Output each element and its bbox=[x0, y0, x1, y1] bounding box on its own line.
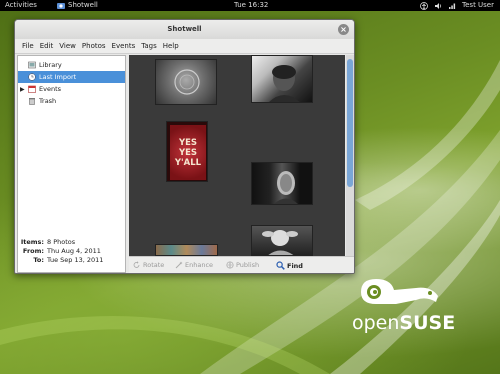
logo-suse: SUSE bbox=[399, 312, 456, 334]
volume-icon[interactable] bbox=[434, 2, 442, 10]
search-icon bbox=[276, 261, 285, 270]
app-menu[interactable]: Shotwell bbox=[57, 0, 98, 11]
status-area: Test User bbox=[420, 0, 494, 11]
window-titlebar[interactable]: Shotwell × bbox=[15, 20, 354, 39]
find-label: Find bbox=[287, 261, 303, 270]
shotwell-icon bbox=[57, 2, 65, 9]
opensuse-logo: openSUSE bbox=[352, 272, 472, 342]
menu-file[interactable]: File bbox=[19, 39, 37, 53]
import-info: Items: 8 Photos From: Thu Aug 4, 2011 To: T… bbox=[18, 238, 125, 265]
accessibility-icon[interactable] bbox=[420, 1, 428, 10]
from-label: From: bbox=[22, 247, 44, 255]
photo-thumbnail[interactable] bbox=[155, 59, 217, 105]
photo-viewer: YES YES Y'ALL bbox=[129, 55, 345, 256]
menu-view[interactable]: View bbox=[56, 39, 79, 53]
publish-label: Publish bbox=[236, 261, 260, 269]
photo-thumbnail[interactable] bbox=[251, 162, 313, 205]
sidebar: Library Last Import ▶ Events Trash Items… bbox=[17, 55, 126, 273]
rotate-button[interactable]: Rotate bbox=[133, 261, 164, 269]
menu-tags[interactable]: Tags bbox=[138, 39, 160, 53]
find-button[interactable]: Find bbox=[276, 261, 303, 270]
to-label: To: bbox=[33, 256, 44, 264]
stamp-photo bbox=[174, 69, 200, 95]
close-button[interactable]: × bbox=[338, 24, 349, 35]
portrait-photo bbox=[269, 65, 300, 102]
menu-photos[interactable]: Photos bbox=[79, 39, 109, 53]
logo-open: open bbox=[352, 312, 400, 334]
photo-thumbnail[interactable] bbox=[251, 225, 313, 256]
sidebar-item-events[interactable]: ▶ Events bbox=[18, 83, 125, 95]
publish-button[interactable]: Publish bbox=[226, 261, 259, 269]
enhance-label: Enhance bbox=[185, 261, 214, 269]
top-panel: Activities Shotwell Tue 16:32 Test User bbox=[0, 0, 500, 11]
sidebar-item-library[interactable]: Library bbox=[18, 59, 125, 71]
photo-thumbnail[interactable] bbox=[251, 55, 313, 103]
logo-wordmark: openSUSE bbox=[352, 312, 455, 334]
photo-thumbnail[interactable] bbox=[155, 244, 218, 256]
publish-icon bbox=[226, 261, 234, 269]
statue-photo bbox=[262, 230, 298, 255]
sidebar-item-label: Events bbox=[39, 85, 62, 93]
yes-sign-photo: YES YES Y'ALL bbox=[170, 125, 206, 180]
from-value: Thu Aug 4, 2011 bbox=[47, 247, 101, 255]
to-value: Tue Sep 13, 2011 bbox=[47, 256, 104, 264]
menu-help[interactable]: Help bbox=[160, 39, 182, 53]
activities-button[interactable]: Activities bbox=[5, 0, 37, 11]
clock[interactable]: Tue 16:32 bbox=[234, 0, 268, 11]
rotate-label: Rotate bbox=[143, 261, 165, 269]
photo-toolbar: Rotate Enhance Publish Find bbox=[129, 256, 354, 273]
user-menu[interactable]: Test User bbox=[462, 0, 494, 11]
events-icon bbox=[28, 85, 36, 93]
enhance-icon bbox=[175, 261, 183, 269]
sidebar-item-last-import[interactable]: Last Import bbox=[18, 71, 125, 83]
sidebar-item-label: Last Import bbox=[39, 73, 77, 81]
sidebar-item-label: Library bbox=[39, 61, 62, 69]
sidebar-item-trash[interactable]: Trash bbox=[18, 95, 125, 107]
window-title: Shotwell bbox=[167, 25, 202, 33]
enhance-button[interactable]: Enhance bbox=[175, 261, 213, 269]
trash-icon bbox=[29, 98, 35, 105]
scrollbar-thumb[interactable] bbox=[347, 59, 353, 187]
sidebar-item-label: Trash bbox=[39, 97, 57, 105]
menubar: File Edit View Photos Events Tags Help bbox=[15, 39, 354, 54]
viewer-scrollbar[interactable] bbox=[346, 55, 354, 256]
import-icon bbox=[28, 73, 36, 81]
network-icon[interactable] bbox=[448, 2, 456, 10]
expander-icon[interactable]: ▶ bbox=[20, 86, 25, 93]
shotwell-window: Shotwell × File Edit View Photos Events … bbox=[14, 19, 355, 274]
rotate-icon bbox=[133, 261, 140, 268]
photo-thumbnail[interactable]: YES YES Y'ALL bbox=[166, 121, 208, 182]
items-label: Items: bbox=[20, 238, 44, 246]
dark-portrait-photo bbox=[274, 171, 298, 204]
menu-edit[interactable]: Edit bbox=[37, 39, 57, 53]
app-name: Shotwell bbox=[68, 1, 98, 9]
library-icon bbox=[28, 61, 36, 69]
menu-events[interactable]: Events bbox=[109, 39, 139, 53]
chameleon-icon bbox=[361, 279, 438, 304]
items-value: 8 Photos bbox=[47, 238, 76, 246]
